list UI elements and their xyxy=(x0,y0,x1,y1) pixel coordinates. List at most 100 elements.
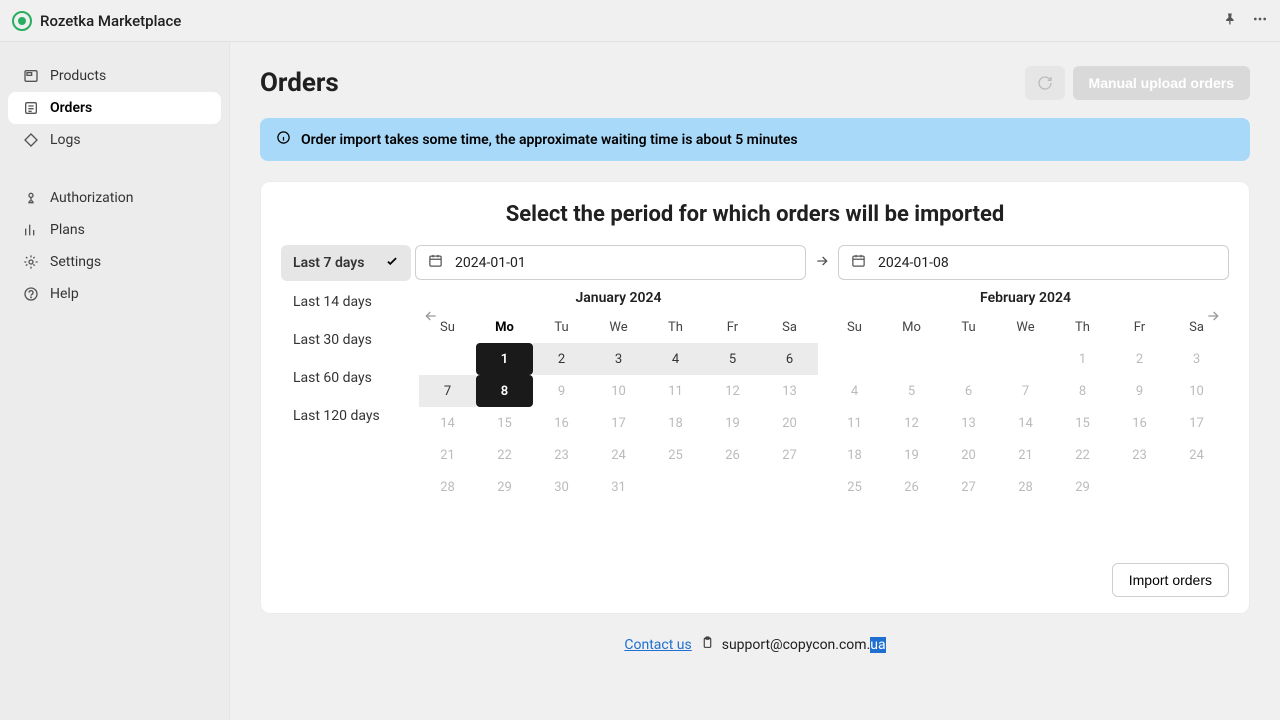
calendar-day[interactable]: 16 xyxy=(533,407,590,439)
calendar-day[interactable]: 31 xyxy=(590,471,647,503)
calendar-day[interactable]: 5 xyxy=(704,343,761,375)
calendar-day[interactable]: 28 xyxy=(419,471,476,503)
calendar-day[interactable]: 13 xyxy=(940,407,997,439)
calendar-day[interactable]: 16 xyxy=(1111,407,1168,439)
calendar-day[interactable]: 28 xyxy=(997,471,1054,503)
calendar-day[interactable]: 29 xyxy=(1054,471,1111,503)
preset-label: Last 7 days xyxy=(293,255,364,271)
topbar: Rozetka Marketplace xyxy=(0,0,1280,42)
calendar-day[interactable]: 19 xyxy=(883,439,940,471)
calendar-day[interactable]: 27 xyxy=(761,439,818,471)
preset-option[interactable]: Last 14 days xyxy=(281,285,411,319)
sidebar-item-settings[interactable]: Settings xyxy=(8,246,221,278)
preset-option[interactable]: Last 30 days xyxy=(281,323,411,357)
calendar-day[interactable]: 14 xyxy=(419,407,476,439)
calendar-day[interactable]: 6 xyxy=(940,375,997,407)
calendar-day[interactable]: 7 xyxy=(997,375,1054,407)
calendar-day[interactable]: 10 xyxy=(590,375,647,407)
weekday-label: We xyxy=(997,316,1054,343)
calendar-day[interactable]: 27 xyxy=(940,471,997,503)
calendar-day[interactable]: 20 xyxy=(940,439,997,471)
calendar-day[interactable]: 26 xyxy=(883,471,940,503)
calendar-day[interactable]: 24 xyxy=(590,439,647,471)
calendar-day[interactable]: 14 xyxy=(997,407,1054,439)
calendar-day[interactable]: 4 xyxy=(647,343,704,375)
calendar-day[interactable]: 11 xyxy=(826,407,883,439)
calendar-day[interactable]: 3 xyxy=(590,343,647,375)
sidebar-item-products[interactable]: Products xyxy=(8,60,221,92)
sidebar-item-authorization[interactable]: Authorization xyxy=(8,182,221,214)
calendar-day[interactable]: 23 xyxy=(533,439,590,471)
pin-icon[interactable] xyxy=(1223,11,1238,30)
calendar-day[interactable]: 2 xyxy=(533,343,590,375)
end-date-input[interactable]: 2024-01-08 xyxy=(838,245,1229,280)
calendar-day[interactable]: 10 xyxy=(1168,375,1225,407)
calendar-day[interactable]: 4 xyxy=(826,375,883,407)
calendar-day[interactable]: 20 xyxy=(761,407,818,439)
more-icon[interactable] xyxy=(1252,11,1268,31)
calendar-day[interactable]: 15 xyxy=(1054,407,1111,439)
calendar-day xyxy=(704,471,761,503)
calendar-day[interactable]: 7 xyxy=(419,375,476,407)
calendar-day[interactable]: 29 xyxy=(476,471,533,503)
calendar-day[interactable]: 17 xyxy=(590,407,647,439)
calendar-day[interactable]: 11 xyxy=(647,375,704,407)
calendar-day[interactable]: 15 xyxy=(476,407,533,439)
sidebar-item-label: Settings xyxy=(50,254,101,270)
preset-option[interactable]: Last 60 days xyxy=(281,361,411,395)
calendar-day[interactable]: 9 xyxy=(533,375,590,407)
contact-link[interactable]: Contact us xyxy=(624,637,691,653)
sidebar-item-orders[interactable]: Orders xyxy=(8,92,221,124)
calendar-day[interactable]: 6 xyxy=(761,343,818,375)
preset-option[interactable]: Last 120 days xyxy=(281,399,411,433)
sidebar-item-label: Logs xyxy=(50,132,81,148)
calendar-day[interactable]: 18 xyxy=(647,407,704,439)
calendar-day[interactable]: 22 xyxy=(1054,439,1111,471)
calendar-day[interactable]: 22 xyxy=(476,439,533,471)
calendar-day[interactable]: 12 xyxy=(883,407,940,439)
sidebar-item-help[interactable]: Help xyxy=(8,278,221,310)
calendar-day[interactable]: 25 xyxy=(826,471,883,503)
calendar-day[interactable]: 17 xyxy=(1168,407,1225,439)
preset-option[interactable]: Last 7 days xyxy=(281,245,411,281)
prev-month-button[interactable] xyxy=(423,308,439,328)
sidebar-item-plans[interactable]: Plans xyxy=(8,214,221,246)
calendar-day[interactable]: 5 xyxy=(883,375,940,407)
calendar-day xyxy=(647,471,704,503)
calendar-day[interactable]: 2 xyxy=(1111,343,1168,375)
logs-icon xyxy=(22,131,40,149)
next-month-button[interactable] xyxy=(1205,308,1221,328)
calendar-day[interactable]: 26 xyxy=(704,439,761,471)
calendar-day[interactable]: 30 xyxy=(533,471,590,503)
sidebar-item-label: Plans xyxy=(50,222,85,238)
manual-upload-button[interactable]: Manual upload orders xyxy=(1073,66,1250,100)
calendar-day[interactable]: 13 xyxy=(761,375,818,407)
calendar-day[interactable]: 21 xyxy=(419,439,476,471)
calendar-day[interactable]: 3 xyxy=(1168,343,1225,375)
products-icon xyxy=(22,67,40,85)
calendar-day[interactable]: 8 xyxy=(476,375,533,407)
orders-icon xyxy=(22,99,40,117)
calendar-day[interactable]: 1 xyxy=(476,343,533,375)
weekday-label: Th xyxy=(1054,316,1111,343)
calendar-day[interactable]: 25 xyxy=(647,439,704,471)
calendar-day[interactable]: 1 xyxy=(1054,343,1111,375)
import-orders-button[interactable]: Import orders xyxy=(1112,563,1229,597)
calendar-day[interactable]: 19 xyxy=(704,407,761,439)
support-email: support@copycon.com.ua xyxy=(722,637,886,653)
calendar-day[interactable]: 9 xyxy=(1111,375,1168,407)
calendar-day[interactable]: 21 xyxy=(997,439,1054,471)
start-date-input[interactable]: 2024-01-01 xyxy=(415,245,806,280)
calendar-day[interactable]: 8 xyxy=(1054,375,1111,407)
weekday-label: Tu xyxy=(940,316,997,343)
sidebar-item-label: Products xyxy=(50,68,106,84)
preset-label: Last 60 days xyxy=(293,370,372,386)
calendar-day[interactable]: 24 xyxy=(1168,439,1225,471)
calendar-day xyxy=(1168,471,1225,503)
calendar-day[interactable]: 18 xyxy=(826,439,883,471)
weekday-label: Fr xyxy=(704,316,761,343)
sidebar-item-logs[interactable]: Logs xyxy=(8,124,221,156)
calendar-day[interactable]: 12 xyxy=(704,375,761,407)
refresh-button[interactable] xyxy=(1025,66,1065,100)
calendar-day[interactable]: 23 xyxy=(1111,439,1168,471)
